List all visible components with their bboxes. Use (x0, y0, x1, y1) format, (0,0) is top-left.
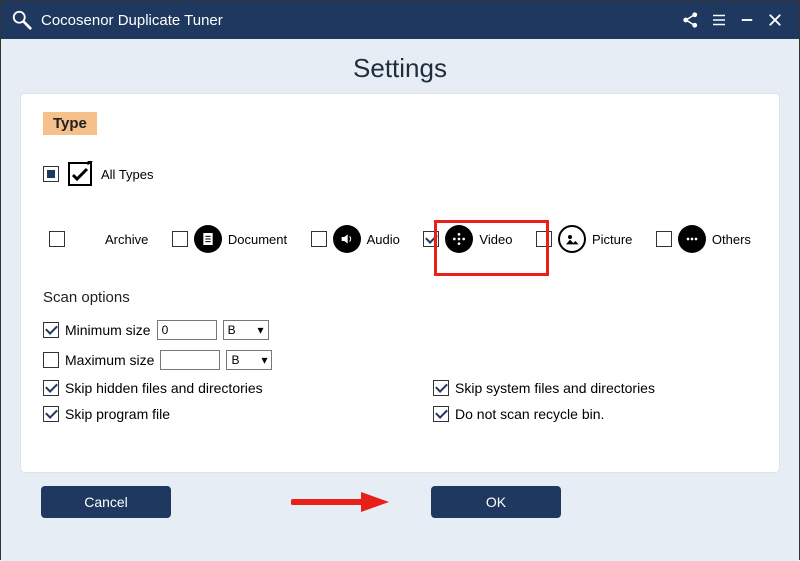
skip-hidden-checkbox[interactable] (43, 380, 59, 396)
all-types-label: All Types (101, 167, 154, 182)
others-label: Others (712, 232, 751, 247)
min-size-unit-select[interactable]: B▾ (223, 320, 269, 340)
page-title: Settings (21, 39, 779, 94)
cancel-button[interactable]: Cancel (41, 486, 171, 518)
picture-checkbox[interactable] (536, 231, 552, 247)
scan-options-grid: Minimum size B▾ Maximum size B▾ Skip hid… (43, 320, 757, 422)
settings-panel: Type All Types Archive Document (21, 94, 779, 472)
video-icon (445, 225, 473, 253)
others-checkbox[interactable] (656, 231, 672, 247)
skip-system-row: Skip system files and directories (433, 380, 757, 396)
min-size-input[interactable] (157, 320, 217, 340)
document-icon (194, 225, 222, 253)
menu-icon[interactable] (705, 6, 733, 34)
document-label: Document (228, 232, 287, 247)
scan-options-header: Scan options (43, 289, 757, 306)
type-item-audio: Audio (305, 219, 406, 259)
ok-button[interactable]: OK (431, 486, 561, 518)
audio-icon (333, 225, 361, 253)
arrow-annotation-icon (291, 490, 391, 514)
no-recycle-row: Do not scan recycle bin. (433, 406, 757, 422)
archive-checkbox[interactable] (49, 231, 65, 247)
all-types-checkbox[interactable] (43, 166, 59, 182)
no-recycle-label: Do not scan recycle bin. (455, 406, 604, 422)
min-size-label: Minimum size (65, 322, 151, 338)
type-item-picture: Picture (530, 219, 638, 259)
others-icon (678, 225, 706, 253)
min-size-row: Minimum size B▾ (43, 320, 403, 340)
close-icon[interactable] (761, 6, 789, 34)
type-item-video: Video (417, 219, 518, 259)
skip-system-label: Skip system files and directories (455, 380, 655, 396)
skip-program-row: Skip program file (43, 406, 403, 422)
skip-program-label: Skip program file (65, 406, 170, 422)
max-size-row: Maximum size B▾ (43, 350, 403, 370)
types-row: Archive Document Audio (43, 219, 757, 259)
all-types-row: All Types (43, 161, 757, 187)
document-checkbox[interactable] (172, 231, 188, 247)
max-size-unit-select[interactable]: B▾ (226, 350, 272, 370)
type-item-others: Others (650, 219, 757, 259)
archive-label: Archive (105, 232, 148, 247)
max-size-input[interactable] (160, 350, 220, 370)
video-label: Video (479, 232, 512, 247)
share-icon[interactable] (677, 6, 705, 34)
audio-label: Audio (367, 232, 400, 247)
chevron-down-icon: ▾ (261, 353, 267, 367)
chevron-down-icon: ▾ (258, 323, 264, 337)
audio-checkbox[interactable] (311, 231, 327, 247)
skip-hidden-row: Skip hidden files and directories (43, 380, 403, 396)
buttons-row: Cancel OK (21, 472, 779, 518)
type-item-archive: Archive (43, 219, 154, 259)
skip-system-checkbox[interactable] (433, 380, 449, 396)
picture-icon (558, 225, 586, 253)
minimize-icon[interactable] (733, 6, 761, 34)
app-title: Cocosenor Duplicate Tuner (41, 12, 223, 29)
skip-hidden-label: Skip hidden files and directories (65, 380, 263, 396)
all-types-icon (67, 161, 93, 187)
video-checkbox[interactable] (423, 231, 439, 247)
no-recycle-checkbox[interactable] (433, 406, 449, 422)
type-section-header: Type (43, 112, 97, 135)
app-logo-icon (11, 9, 33, 31)
max-size-checkbox[interactable] (43, 352, 59, 368)
picture-label: Picture (592, 232, 632, 247)
page-body: Settings Type All Types Archive (1, 39, 799, 561)
max-size-label: Maximum size (65, 352, 154, 368)
type-item-document: Document (166, 219, 293, 259)
min-size-checkbox[interactable] (43, 322, 59, 338)
skip-program-checkbox[interactable] (43, 406, 59, 422)
archive-icon (71, 225, 99, 253)
title-bar: Cocosenor Duplicate Tuner (1, 1, 799, 39)
